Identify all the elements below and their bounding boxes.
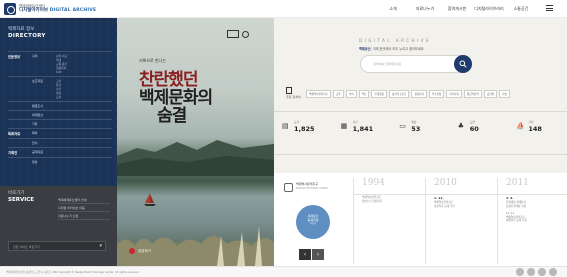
tag-item[interactable]: 미륵사지 xyxy=(446,90,462,98)
inscription-process-button[interactable]: 세계유산 등재과정 더보기 xyxy=(296,205,330,239)
search-bar[interactable]: 검색어를 입력해주세요 xyxy=(360,55,472,73)
tag-item[interactable]: 익산 xyxy=(358,90,370,98)
bookmark-icon xyxy=(286,87,292,94)
timeline-nav: ‹ › xyxy=(299,249,324,260)
timeline-prev-button[interactable]: ‹ xyxy=(299,249,311,260)
directory-row: 기획전 공개자료 xyxy=(8,147,112,157)
dance-icon: ♣ xyxy=(457,122,465,130)
directory-row: 기타 xyxy=(8,119,112,128)
site-logo[interactable]: 백제세계유산센터 디지털아카이브 DIGITAL ARCHIVE xyxy=(4,3,96,15)
book-icon: ▤ xyxy=(282,122,289,130)
tag-item[interactable]: 부소산성 xyxy=(428,90,445,98)
nav-item-library[interactable]: 디지털라이브러리 xyxy=(473,6,505,12)
timeline-item: 2010 1. 11. 백제역사유적지구 잠정목록 등재 추진 xyxy=(425,178,495,264)
timeline-next-button[interactable]: › xyxy=(312,249,324,260)
main-nav: 소개 자료나누기 참여게시판 디지털라이브러리 소통공간 xyxy=(377,6,537,12)
service-title: 바로가기 SERVICE xyxy=(8,191,35,203)
search-icon xyxy=(459,60,467,68)
tag-item[interactable]: 정림사지 xyxy=(411,90,427,98)
search-input[interactable]: 검색어를 입력해주세요 xyxy=(373,62,402,66)
directory-row: 세계유산 xyxy=(8,110,112,119)
related-site-select[interactable]: 관련 사이트 바로가기 xyxy=(8,241,106,251)
facebook-icon[interactable] xyxy=(516,268,524,276)
timeline-item: 1994 백제역사유적지구 유네스코 잠정목록 xyxy=(353,178,423,264)
unesco-logo xyxy=(227,30,249,38)
mountain-silhouette xyxy=(117,140,274,176)
hero-quote: 기록으로 만나는 xyxy=(139,58,167,63)
nav-item-community[interactable]: 소통공간 xyxy=(505,6,537,12)
history-section: 백제역사유적지구 BAEKJE HISTORIC AREAS 세계유산 등재과정… xyxy=(274,173,567,266)
service-list: 백제세계유산센터 안내 디지털 아카이브 이용 자료나누기 신청 xyxy=(58,196,110,220)
logo-title: 디지털아카이브 DIGITAL ARCHIVE xyxy=(19,8,97,13)
doc-icon: ▦ xyxy=(340,122,348,130)
heritage-emblem-icon xyxy=(242,30,249,38)
service-panel: 바로가기 SERVICE 백제세계유산센터 안내 디지털 아카이브 이용 자료나… xyxy=(0,186,117,266)
directory-title: 백제자료 정보 DIRECTORY xyxy=(8,27,46,39)
tag-item[interactable]: 무령왕릉 xyxy=(371,90,387,98)
service-link[interactable]: 자료나누기 신청 xyxy=(58,212,110,220)
tag-item[interactable]: 백제역사유적지구 xyxy=(306,90,332,98)
footer: 백제세계유산센터 충청남도 공주시 웅진로 280 Copyright © Ba… xyxy=(0,266,567,277)
directory-row: 특화자료 목차 xyxy=(8,128,112,138)
service-link[interactable]: 백제세계유산센터 안내 xyxy=(58,196,110,204)
tag-list: 백제역사유적지구 공주 부여 익산 무령왕릉 송산리고분군 정림사지 부소산성 … xyxy=(306,90,510,98)
archive-description: 백제유산, 이제 한곳에서 모두 누리고 찾아보세요 xyxy=(359,47,424,51)
stat-drawings[interactable]: ♣ 도면 60 xyxy=(450,112,509,154)
unesco-temple-icon xyxy=(227,30,239,38)
hamburger-menu-icon[interactable] xyxy=(546,5,553,11)
nav-item-share[interactable]: 자료나누기 xyxy=(409,6,441,12)
service-link[interactable]: 디지털 아카이브 이용 xyxy=(58,204,110,212)
stats-bar: ▤ 도서 1,825 ▦ 사진 1,841 ▭ 영상 53 ♣ 도면 60 ⛵ xyxy=(274,111,567,155)
main-content: DIGITAL ARCHIVE 백제유산, 이제 한곳에서 모두 누리고 찾아보… xyxy=(274,18,567,266)
video-icon: ▭ xyxy=(399,122,406,130)
nav-item-about[interactable]: 소개 xyxy=(377,6,409,12)
header: 백제세계유산센터 디지털아카이브 DIGITAL ARCHIVE 소개 자료나누… xyxy=(0,0,567,18)
instagram-icon[interactable] xyxy=(549,268,557,276)
stat-videos[interactable]: ▭ 영상 53 xyxy=(391,112,450,154)
directory-panel: 백제자료 정보 DIRECTORY 인문정보 출처 정치·외교 의례 교통·통신… xyxy=(0,18,117,266)
tag-item[interactable]: 공산성 xyxy=(483,90,498,98)
footer-social-links xyxy=(516,268,557,276)
tag-item[interactable]: 왕궁리유적 xyxy=(463,90,482,98)
tag-item[interactable]: 송산리고분군 xyxy=(388,90,410,98)
heritage-logo-icon xyxy=(284,183,293,192)
nav-item-board[interactable]: 참여게시판 xyxy=(441,6,473,12)
recommended-tags: 추천 검색어 백제역사유적지구 공주 부여 익산 무령왕릉 송산리고분군 정림사… xyxy=(286,86,564,106)
directory-row: 전시 xyxy=(8,138,112,147)
stat-etc[interactable]: ⛵ 기타 148 xyxy=(508,112,567,154)
hero-photo: 기록으로 만나는 찬란했던 백제문화의 숨결 공유하기 xyxy=(117,18,274,266)
directory-row: 발굴조사 xyxy=(8,101,112,110)
timeline-item: 2011 3. 6. 문화재청 세계유산 등재추진대상 선정 11. 11. 백… xyxy=(497,178,567,264)
reeds-foreground xyxy=(117,226,274,266)
logo-mark-icon xyxy=(4,3,16,15)
footer-text: 백제세계유산센터 충청남도 공주시 웅진로 280 Copyright © Ba… xyxy=(6,271,140,274)
search-button[interactable] xyxy=(454,55,472,73)
ship-icon: ⛵ xyxy=(516,122,526,130)
tag-item[interactable]: 나성 xyxy=(499,90,510,98)
history-brand: 백제역사유적지구 BAEKJE HISTORIC AREAS xyxy=(284,182,328,192)
tag-item[interactable]: 공주 xyxy=(333,90,344,98)
stat-books[interactable]: ▤ 도서 1,825 xyxy=(274,112,333,154)
page: 백제세계유산센터 디지털아카이브 DIGITAL ARCHIVE 소개 자료나누… xyxy=(0,0,567,277)
directory-row: 영상 xyxy=(8,157,112,166)
youtube-icon[interactable] xyxy=(538,268,546,276)
archive-title: DIGITAL ARCHIVE xyxy=(359,38,431,43)
hero-calligraphy: 찬란했던 백제문화의 숨결 xyxy=(139,70,213,126)
tag-item[interactable]: 부여 xyxy=(345,90,357,98)
blog-icon[interactable] xyxy=(527,268,535,276)
timeline: 1994 백제역사유적지구 유네스코 잠정목록 2010 1. 11. 백제역사… xyxy=(353,178,567,264)
directory-row: 인문정보 출처 정치·외교 의례 교통·통신 생활문화 S/W xyxy=(8,51,112,76)
directory-list: 인문정보 출처 정치·외교 의례 교통·통신 생활문화 S/W 보조자료 고서 … xyxy=(8,51,112,166)
share-dot-icon xyxy=(129,248,135,254)
stat-photos[interactable]: ▦ 사진 1,841 xyxy=(333,112,392,154)
share-label[interactable]: 공유하기 xyxy=(129,248,151,254)
directory-row: 보조자료 고서 문헌 사진 영상 도면 xyxy=(8,76,112,101)
sailboat-icon xyxy=(144,193,156,206)
